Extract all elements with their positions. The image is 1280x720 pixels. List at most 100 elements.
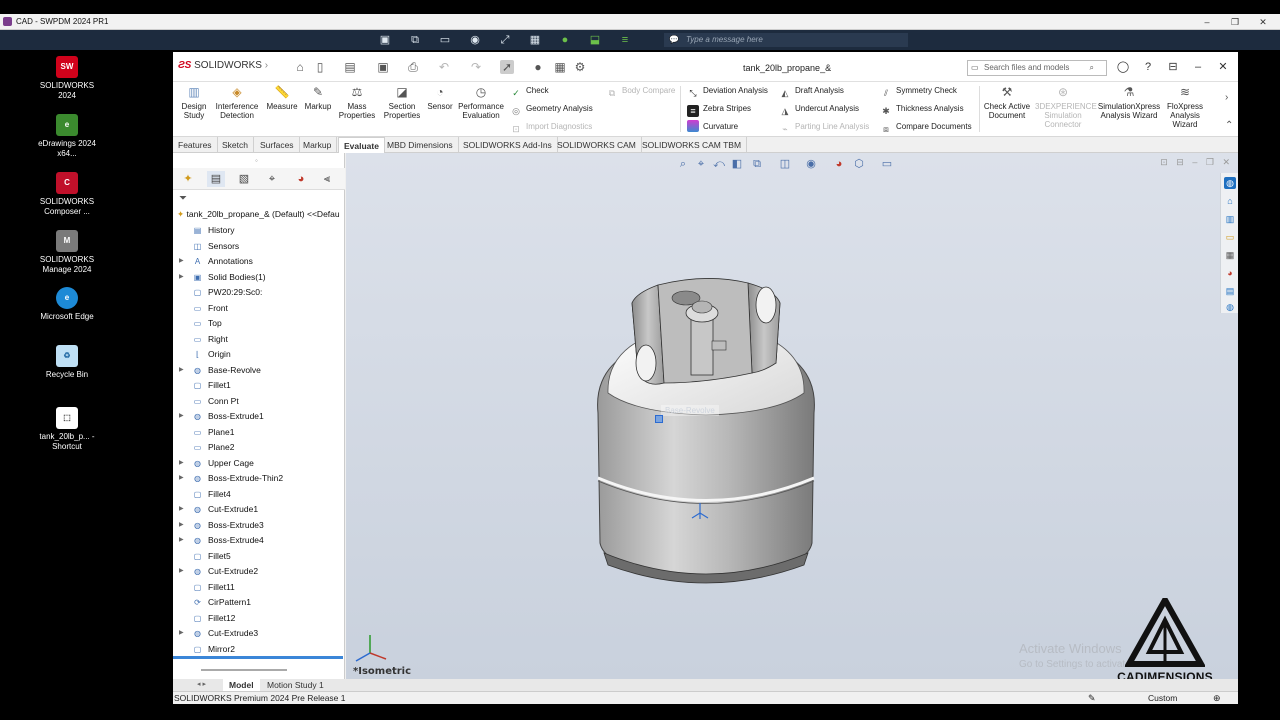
- desktop-icon-edge[interactable]: e Microsoft Edge: [30, 287, 104, 322]
- view-icon[interactable]: ◉: [468, 33, 482, 47]
- tab-features[interactable]: Features: [173, 137, 218, 153]
- open-icon[interactable]: ▤: [343, 60, 357, 74]
- sw-close-icon[interactable]: ✕: [1216, 60, 1230, 74]
- measure-button[interactable]: 📏 Measure: [265, 84, 299, 111]
- home-icon[interactable]: ⌂: [293, 60, 307, 74]
- tab-mbd-dimensions[interactable]: MBD Dimensions: [382, 137, 459, 153]
- previous-view-icon[interactable]: ⤺: [712, 157, 726, 171]
- parting-line-analysis-button[interactable]: ⌁ Parting Line Analysis: [779, 120, 869, 134]
- tab-cam-tbm[interactable]: SOLIDWORKS CAM TBM: [637, 137, 748, 153]
- graphics-area[interactable]: ⌕ ⌖ ⤺ ◧ ⧉ ◫ ◉ ◕ ⬡ ▭ ⊡ ⊟ – ❐ ✕ Base-Revol…: [346, 153, 1238, 684]
- tab-markup[interactable]: Markup: [298, 137, 338, 153]
- expand-icon[interactable]: ▶: [179, 502, 184, 517]
- feature-manager-tab-icon[interactable]: ✦: [179, 171, 197, 187]
- sensor-button[interactable]: ◔ Sensor: [425, 84, 455, 111]
- apps-icon[interactable]: ▦: [528, 33, 542, 47]
- quick-tips-icon[interactable]: ⊕: [1213, 693, 1221, 704]
- file-transfer-icon[interactable]: ⬓: [588, 33, 602, 47]
- desktop-icon-solidworks[interactable]: SW SOLIDWORKS 2024: [30, 56, 104, 101]
- status-icon[interactable]: ●: [558, 33, 572, 47]
- scene-icon[interactable]: ⬡: [852, 157, 866, 171]
- viewport-minimize-icon[interactable]: –: [1192, 157, 1197, 167]
- desktop-icon-composer[interactable]: C SOLIDWORKS Composer ...: [30, 172, 104, 217]
- expand-icon[interactable]: ▶: [179, 363, 184, 378]
- print-icon[interactable]: ⎙: [406, 60, 420, 74]
- property-manager-tab-icon[interactable]: ▤: [207, 171, 225, 187]
- message-input[interactable]: 💬 Type a message here: [664, 33, 908, 47]
- tab-cam[interactable]: SOLIDWORKS CAM: [552, 137, 642, 153]
- tab-motion-study[interactable]: Motion Study 1: [261, 679, 330, 691]
- search-input[interactable]: ▭ Search files and models ⌕: [967, 60, 1107, 76]
- maximize-icon[interactable]: ❐: [1228, 15, 1242, 29]
- custom-properties-icon[interactable]: ▤: [1224, 285, 1236, 297]
- markup-button[interactable]: ✎ Markup: [301, 84, 335, 111]
- viewport-split-icon[interactable]: ⊟: [1176, 157, 1184, 167]
- geometry-analysis-button[interactable]: ◎ Geometry Analysis: [510, 102, 593, 116]
- expand-icon[interactable]: ▶: [179, 564, 184, 579]
- options-icon[interactable]: ⚙: [573, 60, 587, 74]
- appearances-icon[interactable]: ◕: [1224, 267, 1236, 279]
- viewport-tile-icon[interactable]: ⊡: [1160, 157, 1168, 167]
- appearance-icon[interactable]: ◕: [832, 157, 846, 171]
- new-icon[interactable]: ▯: [313, 60, 327, 74]
- check-button[interactable]: ✓ Check: [510, 84, 548, 98]
- body-compare-button[interactable]: ⧉ Body Compare: [606, 84, 676, 98]
- ribbon-collapse-icon[interactable]: ⌃: [1225, 120, 1233, 131]
- expand-icon[interactable]: ▶: [179, 456, 184, 471]
- account-icon[interactable]: ◯: [1116, 60, 1130, 74]
- expand-icon[interactable]: ▶: [179, 626, 184, 641]
- expand-icon[interactable]: ▶: [179, 270, 184, 285]
- file-properties-icon[interactable]: ▦: [553, 60, 567, 74]
- file-explorer-icon[interactable]: ▭: [1224, 231, 1236, 243]
- section-properties-button[interactable]: ◪ Section Properties: [380, 84, 424, 120]
- view-orientation-icon[interactable]: ◫: [778, 157, 792, 171]
- ribbon-more-icon[interactable]: ›: [1225, 92, 1228, 103]
- view-palette-icon[interactable]: ▦: [1224, 249, 1236, 261]
- undercut-analysis-button[interactable]: ◮ Undercut Analysis: [779, 102, 860, 116]
- view-settings-icon[interactable]: ▭: [880, 157, 894, 171]
- deviation-analysis-button[interactable]: ⤡ Deviation Analysis: [687, 84, 768, 98]
- fullscreen-icon[interactable]: ⤢: [498, 33, 512, 47]
- panel-expand-icon[interactable]: ⫷: [318, 171, 336, 187]
- tab-evaluate[interactable]: Evaluate: [338, 137, 385, 153]
- panel-scrollbar[interactable]: [173, 656, 343, 659]
- sw-minimize-icon[interactable]: –: [1191, 60, 1205, 74]
- desktop-icon-recycle-bin[interactable]: ♻ Recycle Bin: [30, 345, 104, 380]
- desktop-icon-edrawings[interactable]: e eDrawings 2024 x64...: [30, 114, 104, 159]
- curvature-button[interactable]: Curvature: [687, 120, 738, 134]
- mass-properties-button[interactable]: ⚖ Mass Properties: [337, 84, 377, 120]
- help-icon[interactable]: ?: [1141, 60, 1155, 74]
- zoom-to-fit-icon[interactable]: ⌕: [676, 157, 690, 171]
- zoom-area-icon[interactable]: ⌖: [694, 157, 708, 171]
- monitor-icon[interactable]: ▭: [438, 33, 452, 47]
- tab-addins[interactable]: SOLIDWORKS Add-Ins: [458, 137, 558, 153]
- rebuild-status-icon[interactable]: ✎: [1088, 693, 1096, 704]
- collapse-icon[interactable]: ⊟: [1166, 60, 1180, 74]
- redo-icon[interactable]: ↷: [469, 60, 483, 74]
- display-style-icon[interactable]: ◉: [804, 157, 818, 171]
- display-manager-tab-icon[interactable]: ◕: [292, 171, 310, 187]
- solidworks-forum-icon[interactable]: ◍: [1224, 301, 1236, 313]
- expand-icon[interactable]: ▶: [179, 254, 184, 269]
- design-library-icon[interactable]: ▥: [1224, 213, 1236, 225]
- tab-sketch[interactable]: Sketch: [217, 137, 254, 153]
- viewport-restore-icon[interactable]: ❐: [1206, 157, 1214, 167]
- select-icon[interactable]: ➚: [500, 60, 514, 74]
- import-diagnostics-button[interactable]: ⊡ Import Diagnostics: [510, 120, 592, 134]
- tab-surfaces[interactable]: Surfaces: [255, 137, 300, 153]
- expand-icon[interactable]: ▶: [179, 518, 184, 533]
- 3dx-task-icon[interactable]: ◍: [1224, 177, 1236, 189]
- filter-icon[interactable]: ⏷: [179, 193, 187, 204]
- settings-icon[interactable]: ≡: [618, 33, 632, 47]
- screen-icon[interactable]: ▣: [378, 33, 392, 47]
- thickness-analysis-button[interactable]: ✱ Thickness Analysis: [880, 102, 963, 116]
- simulationxpress-button[interactable]: ⚗ SimulationXpress Analysis Wizard: [1095, 84, 1163, 120]
- section-view-icon[interactable]: ◧: [730, 157, 744, 171]
- performance-evaluation-button[interactable]: ◷ Performance Evaluation: [457, 84, 505, 120]
- tab-model[interactable]: Model: [223, 679, 260, 691]
- panel-horizontal-scrollbar[interactable]: [201, 669, 287, 671]
- interference-detection-button[interactable]: ◈ Interference Detection: [213, 84, 261, 120]
- floxpress-button[interactable]: ≋ FloXpress Analysis Wizard: [1163, 84, 1207, 129]
- viewport-close-icon[interactable]: ✕: [1222, 157, 1230, 167]
- resources-icon[interactable]: ⌂: [1224, 195, 1236, 207]
